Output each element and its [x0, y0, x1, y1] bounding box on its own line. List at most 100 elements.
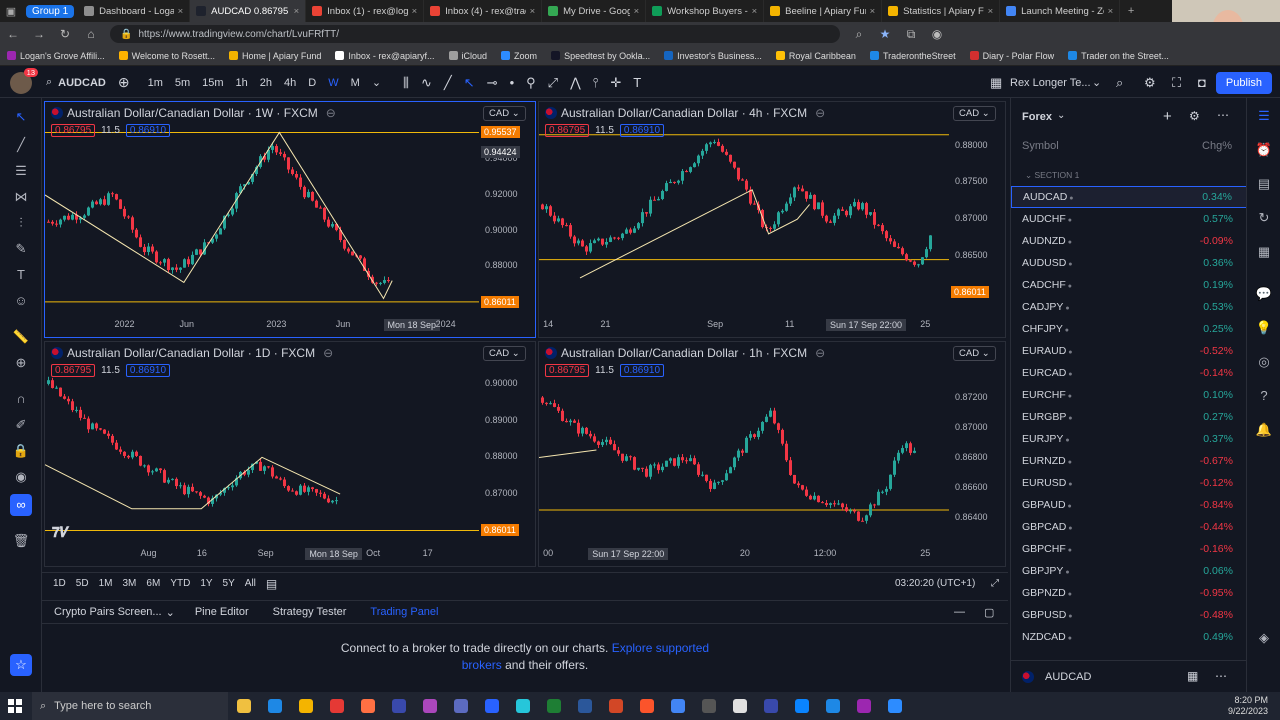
taskbar-app-icon[interactable] [228, 692, 259, 720]
range-1M[interactable]: 1M [99, 578, 113, 589]
footer-symbol[interactable]: AUDCAD [1045, 671, 1091, 683]
watchlist-row[interactable]: EURCHF 0.10% [1011, 384, 1247, 406]
change-column-header[interactable]: Chg% [1202, 140, 1232, 152]
settings-gear-icon[interactable]: ⚙ [1138, 75, 1162, 91]
range-3M[interactable]: 3M [123, 578, 137, 589]
taskbar-app-icon[interactable] [724, 692, 755, 720]
watchlist-settings-icon[interactable]: ⚙ [1189, 109, 1200, 123]
panel-tab[interactable]: Trading Panel [370, 606, 438, 618]
bookmark-item[interactable]: Speedtest by Ookla... [551, 51, 650, 61]
bookmark-item[interactable]: Royal Caribbean [775, 51, 856, 61]
tab-close-icon[interactable]: × [752, 6, 758, 17]
back-icon[interactable]: ← [0, 27, 26, 41]
tab-close-icon[interactable]: × [870, 6, 876, 17]
bar-style-icon[interactable]: ⫼ [397, 75, 415, 91]
chart-collapse-icon[interactable]: ⊖ [815, 106, 825, 120]
panel-tab-dropdown-icon[interactable]: ⌄ [166, 606, 175, 619]
ask-price[interactable]: 0.86910 [125, 124, 171, 137]
watchlist-row[interactable]: GBPAUD -0.84% [1011, 494, 1247, 516]
url-field[interactable]: 🔒 https://www.tradingview.com/chart/LvuF… [110, 25, 840, 43]
watchlist-row[interactable]: GBPNZD -0.95% [1011, 582, 1247, 604]
indicators-icon[interactable]: ∿ [415, 75, 438, 91]
watchlist-row[interactable]: CADCHF 0.19% [1011, 274, 1247, 296]
watchlist-row[interactable]: EURCAD -0.14% [1011, 362, 1247, 384]
tab-close-icon[interactable]: × [530, 6, 536, 17]
lock-tool-icon[interactable]: 🔒 [10, 440, 32, 462]
trash-tool-icon[interactable]: 🗑 [10, 530, 32, 552]
chart-collapse-icon[interactable]: ⊖ [323, 346, 333, 360]
chart-collapse-icon[interactable]: ⊖ [815, 346, 825, 360]
symbol-column-header[interactable]: Symbol [1022, 140, 1059, 152]
browser-tab[interactable]: AUDCAD 0.86795 ▲ × [190, 0, 307, 22]
text-tool-icon[interactable]: T [10, 264, 32, 286]
brush-tool-icon[interactable]: ✎ [10, 238, 32, 260]
pattern-icon[interactable]: ⋀ [564, 75, 587, 91]
panel-tab[interactable]: Crypto Pairs Screen... [54, 606, 162, 618]
data-window-icon[interactable]: ▤ [1254, 174, 1274, 194]
bookmark-item[interactable]: Home | Apiary Fund [228, 51, 321, 61]
notifications-bell-icon[interactable]: 🔔 [1254, 420, 1274, 440]
fullscreen-icon[interactable]: ⛶ [1166, 75, 1187, 91]
taskbar-app-icon[interactable] [662, 692, 693, 720]
watchlist-row[interactable]: EURNZD -0.67% [1011, 450, 1247, 472]
browser-tab[interactable]: Inbox (1) - rex@logan × [306, 0, 425, 22]
symbol-name[interactable]: AUDCAD [58, 77, 112, 89]
footer-more-icon[interactable]: ⋯ [1215, 669, 1227, 683]
tab-close-icon[interactable]: × [1108, 6, 1114, 17]
emoji-tool-icon[interactable]: ☺ [10, 290, 32, 312]
taskbar-app-icon[interactable] [755, 692, 786, 720]
line-tool-icon[interactable]: ╱ [10, 134, 32, 156]
bookmark-item[interactable]: Welcome to Rosett... [118, 51, 215, 61]
zoom-icon[interactable]: ⌕ [846, 27, 872, 42]
interval-15m[interactable]: 15m [196, 77, 229, 89]
trendline-icon[interactable]: ╱ [438, 75, 458, 91]
browser-tab[interactable]: Inbox (4) - rex@trade × [424, 0, 543, 22]
watchlist-row[interactable]: AUDNZD -0.09% [1011, 230, 1247, 252]
layout-name[interactable]: Rex Longer Te... [1004, 77, 1097, 89]
range-YTD[interactable]: YTD [170, 578, 190, 589]
symbol-search-icon[interactable]: ⌕ [40, 76, 58, 89]
vertical-line-icon[interactable]: ⫯ [587, 75, 605, 91]
interval-1h[interactable]: 1h [230, 77, 254, 89]
taskbar-app-icon[interactable] [445, 692, 476, 720]
projection-tool-icon[interactable]: ⫶ [10, 212, 32, 234]
bookmark-item[interactable]: Investor's Business... [664, 51, 762, 61]
browser-tab[interactable]: Statistics | Apiary Fu × [882, 0, 1001, 22]
interval-2h[interactable]: 2h [254, 77, 278, 89]
chart-panel-4h[interactable]: 0.88000 0.87500 0.87000 0.86500 0.86011 14 21 S… [538, 101, 1006, 338]
new-tab-icon[interactable]: + [1120, 0, 1142, 22]
browser-tab[interactable]: Workshop Buyers - G × [646, 0, 765, 22]
taskbar-app-icon[interactable] [879, 692, 910, 720]
cursor-tool-icon[interactable]: ↖ [10, 106, 32, 128]
horizontal-line-icon[interactable]: ⊸ [481, 75, 504, 91]
ideas-bulb-icon[interactable]: 💡 [1254, 318, 1274, 338]
ray-icon[interactable]: ⤢ [542, 75, 564, 91]
taskbar-app-icon[interactable] [693, 692, 724, 720]
ask-price[interactable]: 0.86910 [619, 124, 665, 137]
taskbar-app-icon[interactable] [600, 692, 631, 720]
watchlist-row[interactable]: EURJPY 0.37% [1011, 428, 1247, 450]
watchlist-row[interactable]: EURUSD -0.12% [1011, 472, 1247, 494]
range-All[interactable]: All [245, 578, 256, 589]
taskbar-app-icon[interactable] [538, 692, 569, 720]
help-icon[interactable]: ? [1254, 386, 1274, 406]
tab-close-icon[interactable]: × [178, 6, 184, 17]
currency-selector[interactable]: CAD ⌄ [953, 106, 996, 121]
watchlist-row[interactable]: AUDCHF 0.57% [1011, 208, 1247, 230]
reload-icon[interactable]: ↻ [52, 27, 78, 41]
pattern-tool-icon[interactable]: ⋈ [10, 186, 32, 208]
hotlists-icon[interactable]: ↻ [1254, 208, 1274, 228]
taskbar-app-icon[interactable] [631, 692, 662, 720]
cursor-icon[interactable]: ↖ [458, 75, 481, 91]
bookmark-item[interactable]: Logan's Grove Affili... [7, 51, 105, 61]
chart-panel-1d[interactable]: 0.90000 0.89000 0.88000 0.87000 0.86011 Aug 16… [44, 341, 536, 567]
clock-readout[interactable]: 03:20:20 (UTC+1) [895, 578, 975, 589]
chart-collapse-icon[interactable]: ⊖ [326, 106, 336, 120]
taskbar-app-icon[interactable] [259, 692, 290, 720]
pin-icon[interactable]: ⚲ [520, 75, 542, 91]
profile-icon[interactable]: ◉ [924, 27, 950, 41]
range-5D[interactable]: 5D [76, 578, 89, 589]
browser-tab[interactable]: Beeline | Apiary Fund × [764, 0, 883, 22]
bid-price[interactable]: 0.86795 [51, 124, 96, 137]
currency-selector[interactable]: CAD ⌄ [953, 346, 996, 361]
